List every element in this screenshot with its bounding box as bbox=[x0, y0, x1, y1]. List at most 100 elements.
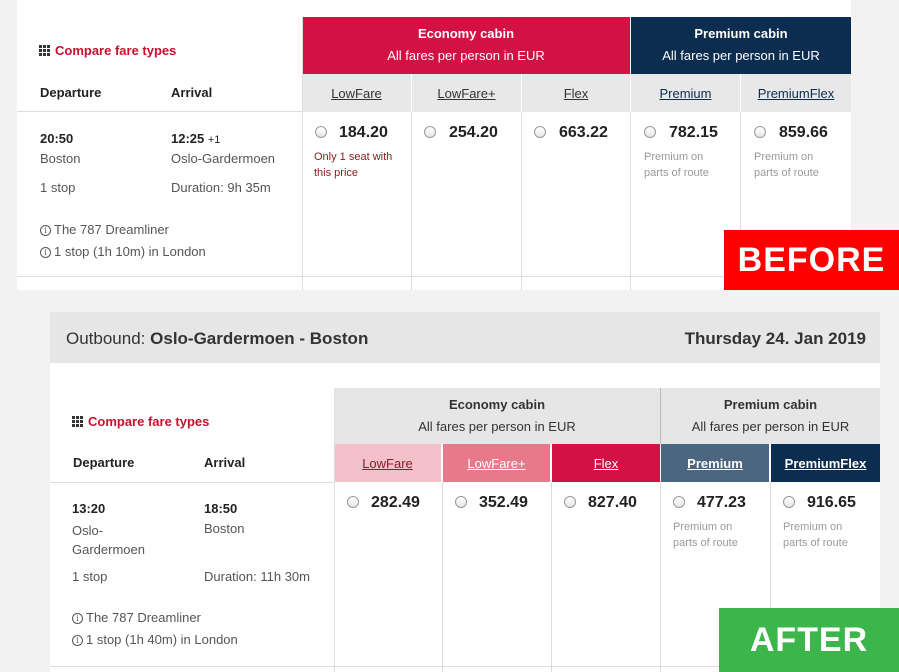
fare-radio-flex[interactable] bbox=[534, 126, 546, 138]
tab-premiumflex[interactable]: PremiumFlex bbox=[771, 444, 880, 482]
tab-premiumflex[interactable]: PremiumFlex bbox=[741, 74, 851, 112]
departure-time: 13:20 bbox=[72, 501, 106, 516]
after-stamp: AFTER bbox=[719, 608, 899, 672]
arrival-time: 18:50 bbox=[204, 501, 238, 516]
grid-icon bbox=[39, 45, 51, 56]
aircraft-label: The 787 Dreamliner bbox=[54, 222, 169, 237]
layover-info[interactable]: i1 stop (1h 10m) in London bbox=[40, 244, 206, 259]
tab-premium[interactable]: Premium bbox=[661, 444, 769, 482]
economy-cabin-title: Economy cabin bbox=[448, 397, 546, 412]
fare-radio-premium[interactable] bbox=[673, 496, 685, 508]
fare-note-premiumflex: Premium on parts of route bbox=[783, 519, 848, 551]
stops-count: 1 stop bbox=[40, 180, 76, 195]
departure-header: Departure bbox=[73, 455, 135, 470]
info-icon: i bbox=[72, 613, 83, 624]
fare-radio-premiumflex[interactable] bbox=[783, 496, 795, 508]
fare-price-flex: 827.40 bbox=[588, 494, 637, 511]
premium-cabin-title: Premium cabin bbox=[694, 26, 788, 41]
compare-fare-types-link[interactable]: Compare fare types bbox=[39, 43, 176, 58]
fare-note-lowfare: Only 1 seat with this price bbox=[314, 149, 392, 181]
economy-cabin-header: Economy cabin All fares per person in EU… bbox=[302, 17, 630, 74]
fare-radio-lowfare[interactable] bbox=[347, 496, 359, 508]
departure-time: 20:50 bbox=[40, 131, 74, 146]
fare-note-line: parts of route bbox=[783, 537, 848, 549]
fare-price-flex: 663.22 bbox=[559, 124, 608, 141]
arrival-header: Arrival bbox=[171, 85, 213, 100]
fare-note-line: Only 1 seat with bbox=[314, 151, 393, 163]
layover-label: 1 stop (1h 10m) in London bbox=[54, 244, 206, 259]
travel-date: Thursday 24. Jan 2019 bbox=[684, 329, 866, 348]
departure-city-line: Gardermoen bbox=[72, 542, 145, 557]
fare-radio-flex[interactable] bbox=[564, 496, 576, 508]
premium-cabin-subtitle: All fares per person in EUR bbox=[691, 419, 850, 434]
fare-radio-lowfare-plus[interactable] bbox=[455, 496, 467, 508]
tab-flex[interactable]: Flex bbox=[552, 444, 660, 482]
tab-lowfare-plus[interactable]: LowFare+ bbox=[443, 444, 550, 482]
tab-lowfare-plus[interactable]: LowFare+ bbox=[412, 74, 521, 112]
outbound-route: Outbound: Oslo-Gardermoen - Boston bbox=[66, 329, 368, 349]
grid-icon bbox=[72, 416, 84, 427]
route-label: Oslo-Gardermoen - Boston bbox=[150, 329, 369, 348]
info-icon: i bbox=[72, 635, 83, 646]
fare-price-premium: 477.23 bbox=[697, 494, 746, 511]
economy-cabin-title: Economy cabin bbox=[417, 26, 515, 41]
premium-cabin-subtitle: All fares per person in EUR bbox=[662, 48, 820, 63]
arrival-time-group: 12:25 +1 bbox=[171, 131, 220, 146]
fare-radio-premium[interactable] bbox=[644, 126, 656, 138]
fare-radio-lowfare-plus[interactable] bbox=[424, 126, 436, 138]
departure-header: Departure bbox=[40, 85, 102, 100]
arrival-city: Oslo-Gardermoen bbox=[171, 151, 276, 166]
compare-fare-types-label: Compare fare types bbox=[55, 43, 177, 58]
fare-note-line: Premium on bbox=[783, 521, 843, 533]
fare-price-lowfare-plus: 254.20 bbox=[449, 124, 498, 141]
flight-duration: Duration: 11h 30m bbox=[204, 569, 310, 584]
compare-fare-types-link[interactable]: Compare fare types bbox=[72, 414, 209, 429]
fare-note-line: Premium on bbox=[644, 151, 704, 163]
fare-price-lowfare-plus: 352.49 bbox=[479, 494, 528, 511]
tab-lowfare[interactable]: LowFare bbox=[334, 444, 441, 482]
premium-cabin-header: Premium cabin All fares per person in EU… bbox=[631, 17, 851, 74]
fare-note-premium: Premium on parts of route bbox=[644, 149, 709, 181]
premium-cabin-header: Premium cabin All fares per person in EU… bbox=[661, 388, 880, 444]
economy-cabin-header: Economy cabin All fares per person in EU… bbox=[334, 388, 660, 444]
fare-note-line: this price bbox=[314, 167, 359, 179]
fare-price-lowfare: 184.20 bbox=[339, 124, 388, 141]
departure-city: Boston bbox=[40, 151, 81, 166]
tab-premium[interactable]: Premium bbox=[631, 74, 740, 112]
fare-note-premium: Premium on parts of route bbox=[673, 519, 738, 551]
layover-label: 1 stop (1h 40m) in London bbox=[86, 632, 238, 647]
fare-note-line: parts of route bbox=[673, 537, 738, 549]
outbound-label: Outbound: bbox=[66, 329, 146, 348]
before-stamp: BEFORE bbox=[724, 230, 899, 290]
fare-price-premium: 782.15 bbox=[669, 124, 718, 141]
arrival-day-offset: +1 bbox=[207, 134, 221, 146]
arrival-time: 12:25 bbox=[171, 131, 205, 146]
tab-lowfare[interactable]: LowFare bbox=[302, 74, 411, 112]
fare-price-premiumflex: 859.66 bbox=[779, 124, 828, 141]
economy-cabin-subtitle: All fares per person in EUR bbox=[387, 48, 545, 63]
aircraft-info[interactable]: i The 787 Dreamliner bbox=[72, 610, 201, 625]
flight-duration: Duration: 9h 35m bbox=[171, 180, 271, 195]
departure-city: Oslo- Gardermoen bbox=[72, 521, 145, 559]
layover-info[interactable]: i1 stop (1h 40m) in London bbox=[72, 632, 238, 647]
info-icon: i bbox=[40, 225, 51, 236]
fare-price-premiumflex: 916.65 bbox=[807, 494, 856, 511]
fare-note-line: parts of route bbox=[754, 167, 819, 179]
premium-cabin-title: Premium cabin bbox=[723, 397, 818, 412]
info-icon: i bbox=[40, 247, 51, 258]
tab-flex[interactable]: Flex bbox=[522, 74, 630, 112]
outbound-header: Outbound: Oslo-Gardermoen - Boston Thurs… bbox=[50, 312, 880, 363]
compare-fare-types-label: Compare fare types bbox=[88, 414, 210, 429]
economy-cabin-subtitle: All fares per person in EUR bbox=[418, 419, 576, 434]
aircraft-info[interactable]: i The 787 Dreamliner bbox=[40, 222, 169, 237]
fare-note-line: Premium on bbox=[673, 521, 733, 533]
aircraft-label: The 787 Dreamliner bbox=[86, 610, 201, 625]
fare-price-lowfare: 282.49 bbox=[371, 494, 420, 511]
fare-radio-premiumflex[interactable] bbox=[754, 126, 766, 138]
fare-note-line: parts of route bbox=[644, 167, 709, 179]
fare-note-line: Premium on bbox=[754, 151, 814, 163]
fare-radio-lowfare[interactable] bbox=[315, 126, 327, 138]
arrival-city: Boston bbox=[204, 521, 245, 536]
stops-count: 1 stop bbox=[72, 569, 108, 584]
departure-city-line: Oslo- bbox=[72, 523, 104, 538]
